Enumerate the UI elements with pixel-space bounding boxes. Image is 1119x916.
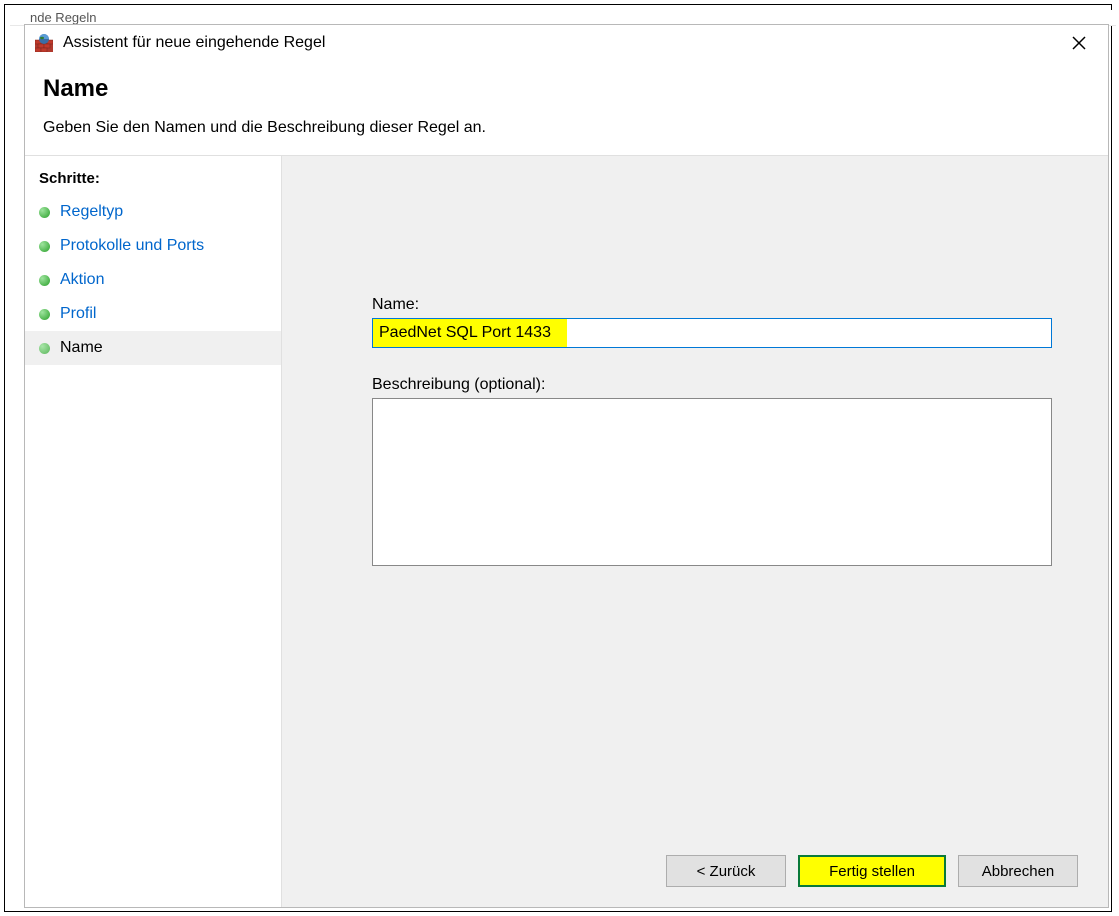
steps-sidebar: Schritte: Regeltyp Protokolle und Ports …	[25, 156, 282, 907]
name-field-label: Name:	[372, 296, 1052, 314]
step-bullet-icon	[39, 207, 50, 218]
description-field-label: Beschreibung (optional):	[372, 376, 1052, 394]
page-subtitle: Geben Sie den Namen und die Beschreibung…	[43, 119, 1090, 137]
description-textarea[interactable]	[372, 398, 1052, 566]
step-label: Protokolle und Ports	[60, 237, 204, 255]
cancel-button[interactable]: Abbrechen	[958, 855, 1078, 887]
step-bullet-icon	[39, 275, 50, 286]
step-profil[interactable]: Profil	[25, 297, 281, 331]
main-panel: Name: Beschreibung (optional): < Zurück …	[282, 156, 1108, 907]
finish-button[interactable]: Fertig stellen	[798, 855, 946, 887]
step-protokolle[interactable]: Protokolle und Ports	[25, 229, 281, 263]
titlebar: Assistent für neue eingehende Regel	[25, 25, 1108, 61]
step-regeltyp[interactable]: Regeltyp	[25, 195, 281, 229]
name-input[interactable]	[372, 318, 1052, 348]
step-label: Regeltyp	[60, 203, 123, 221]
step-bullet-icon	[39, 241, 50, 252]
back-button[interactable]: < Zurück	[666, 855, 786, 887]
close-icon	[1072, 36, 1086, 50]
dialog-title: Assistent für neue eingehende Regel	[63, 34, 1056, 52]
step-aktion[interactable]: Aktion	[25, 263, 281, 297]
firewall-icon	[35, 34, 53, 52]
header-band: Name Geben Sie den Namen und die Beschre…	[25, 61, 1108, 156]
step-bullet-icon	[39, 343, 50, 354]
step-bullet-icon	[39, 309, 50, 320]
step-label: Aktion	[60, 271, 104, 289]
steps-heading: Schritte:	[25, 166, 281, 195]
step-label: Profil	[60, 305, 96, 323]
step-name[interactable]: Name	[25, 331, 281, 365]
page-title: Name	[43, 75, 1090, 103]
wizard-dialog: Assistent für neue eingehende Regel Name…	[24, 24, 1109, 908]
close-button[interactable]	[1056, 26, 1102, 60]
button-row: < Zurück Fertig stellen Abbrechen	[666, 855, 1078, 887]
bg-fragment-text: nde Regeln	[30, 10, 97, 25]
step-label: Name	[60, 339, 103, 357]
